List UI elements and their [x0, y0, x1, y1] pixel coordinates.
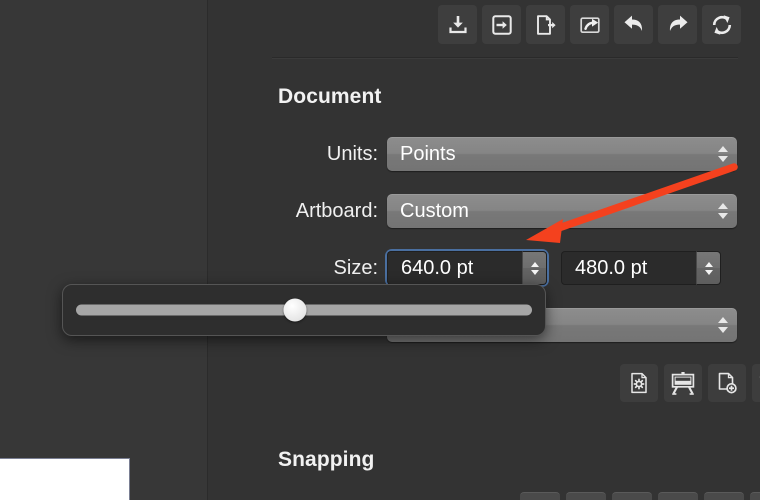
chevron-down-icon: [718, 156, 728, 162]
artboard-value: Custom: [400, 199, 469, 222]
units-dropdown[interactable]: Points: [387, 137, 737, 171]
export-button[interactable]: [526, 5, 565, 44]
adjacent-panel-strip: [207, 0, 249, 500]
document-section-title: Document: [278, 85, 382, 108]
undo-button[interactable]: [614, 5, 653, 44]
share-box-arrow-icon: [579, 16, 600, 33]
artboard-label: Artboard:: [295, 199, 378, 222]
chevron-down-icon: [704, 269, 713, 275]
units-stepper-arrows[interactable]: [718, 146, 728, 162]
artboard-row: Artboard: Custom: [266, 194, 738, 228]
snapping-button-strip: [520, 492, 760, 500]
refresh-circular-arrows-icon: [712, 14, 731, 35]
chevron-down-icon: [530, 269, 539, 275]
share-button[interactable]: [570, 5, 609, 44]
size-width-value: 640.0 pt: [401, 256, 474, 279]
import-button[interactable]: [482, 5, 521, 44]
chevron-down-icon: [718, 213, 728, 219]
redo-curved-arrow-icon: [669, 15, 687, 31]
page-gear-icon: [631, 372, 647, 394]
page-plus-icon: [718, 372, 737, 394]
document-panel: Document Units: Points Artboard: Custom: [248, 0, 760, 500]
canvas-area: [0, 0, 207, 500]
snapping-option-button[interactable]: [750, 492, 760, 500]
snapping-section-title: Snapping: [278, 448, 375, 471]
size-width-stepper[interactable]: [522, 251, 547, 285]
document-toolbar: [248, 0, 760, 52]
units-label: Units:: [326, 142, 378, 165]
size-width-input[interactable]: 640.0 pt: [387, 251, 522, 285]
refresh-button[interactable]: [702, 5, 741, 44]
save-document-button[interactable]: [438, 5, 477, 44]
chevron-up-icon: [530, 261, 539, 267]
redo-button[interactable]: [658, 5, 697, 44]
artboard-presets-button[interactable]: [664, 364, 702, 402]
size-height-stepper[interactable]: [696, 251, 721, 285]
page-arrow-out-icon: [536, 14, 556, 35]
arrow-into-box-icon: [491, 14, 512, 35]
add-page-button[interactable]: [708, 364, 746, 402]
slider-knob[interactable]: [283, 298, 307, 322]
size-width-field-wrap[interactable]: 640.0 pt: [387, 251, 547, 285]
chevron-up-icon: [704, 261, 713, 267]
app-window: Document Units: Points Artboard: Custom: [0, 0, 760, 500]
easel-artboard-icon: [671, 372, 695, 395]
document-tools-row: [620, 364, 760, 402]
chevron-up-icon: [718, 203, 728, 209]
snapping-option-button[interactable]: [704, 492, 744, 500]
download-arrow-into-tray-icon: [448, 15, 467, 33]
size-row: Size: 640.0 pt 480.0 pt: [304, 251, 744, 285]
add-layer-button[interactable]: [752, 364, 760, 402]
units-row: Units: Points: [278, 137, 738, 171]
value-slider-popup[interactable]: [62, 284, 546, 336]
chevron-down-icon: [718, 327, 728, 333]
document-setup-button[interactable]: [620, 364, 658, 402]
chevron-up-icon: [718, 317, 728, 323]
artboard-canvas: [0, 458, 130, 500]
size-height-field-wrap[interactable]: 480.0 pt: [561, 251, 721, 285]
artboard-dropdown[interactable]: Custom: [387, 194, 737, 228]
size-height-input[interactable]: 480.0 pt: [561, 251, 696, 285]
snapping-option-button[interactable]: [658, 492, 698, 500]
snapping-option-button[interactable]: [612, 492, 652, 500]
snapping-option-button[interactable]: [520, 492, 560, 500]
undo-curved-arrow-icon: [624, 15, 642, 31]
occluded-stepper-arrows[interactable]: [718, 317, 728, 333]
toolbar-divider: [272, 57, 738, 59]
snapping-option-button[interactable]: [566, 492, 606, 500]
chevron-up-icon: [718, 146, 728, 152]
units-value: Points: [400, 142, 456, 165]
size-label: Size:: [333, 256, 378, 279]
size-height-value: 480.0 pt: [575, 256, 648, 279]
artboard-stepper-arrows[interactable]: [718, 203, 728, 219]
toolbar-button-group: [438, 5, 741, 44]
